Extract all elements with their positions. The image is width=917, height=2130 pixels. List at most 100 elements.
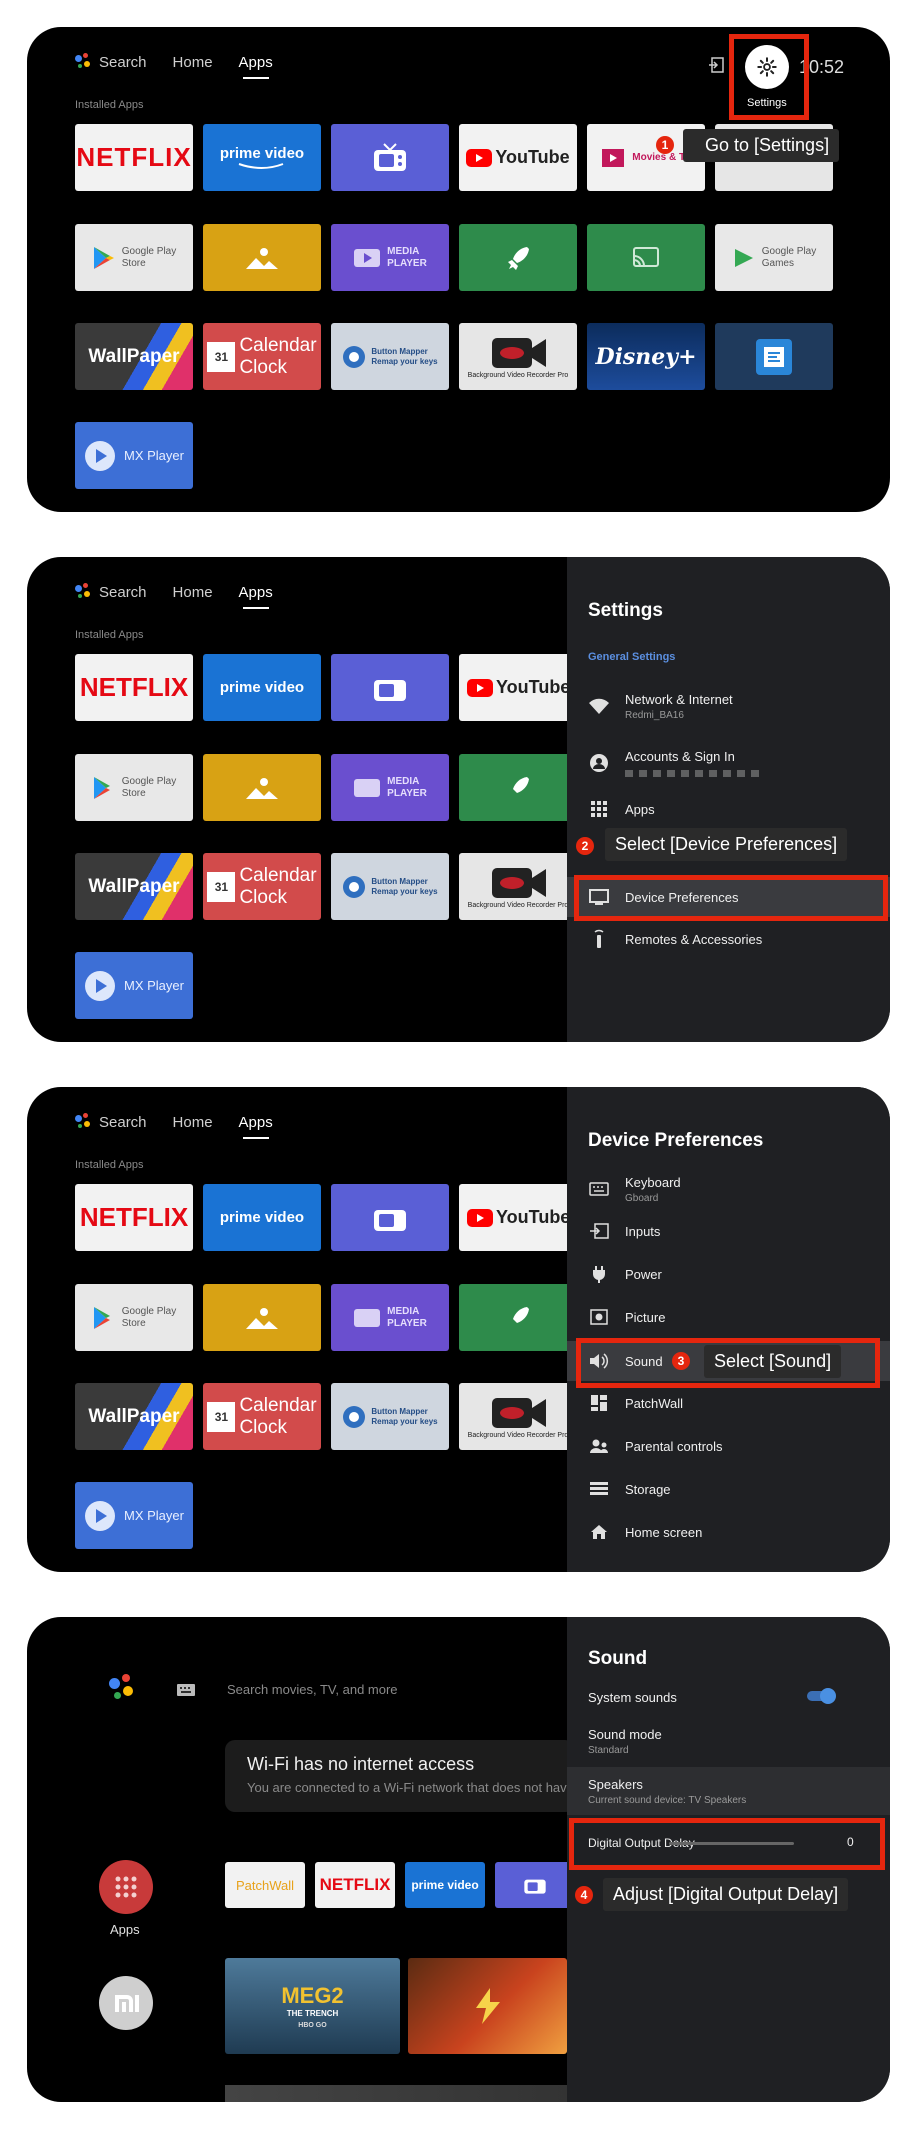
movie-poster-flash[interactable] <box>408 1958 567 2054</box>
step3-callout: Select [Sound] <box>704 1345 842 1378</box>
nav-home[interactable]: Home <box>173 54 213 71</box>
play-store-label-2: Store <box>121 257 146 269</box>
app-gallery[interactable] <box>203 1284 321 1351</box>
google-assistant-icon[interactable] <box>75 1113 93 1131</box>
app-button-mapper[interactable]: Button Mapper Remap your keys <box>331 853 449 920</box>
keyboard-icon[interactable] <box>177 1683 195 1701</box>
app-play-store[interactable]: Google Play Store <box>75 1284 193 1351</box>
app-prime-video[interactable]: prime video <box>203 654 321 721</box>
step1-callout: Go to [Settings] <box>683 129 840 162</box>
settings-item-network[interactable]: Network & Internet Redmi_BA16 <box>567 686 890 726</box>
app-calendar-clock[interactable]: 31 Calendar Clock <box>203 323 321 390</box>
disney-label: Disney+ <box>595 343 697 370</box>
nav-search[interactable]: Search <box>99 584 147 601</box>
app-netflix[interactable]: NETFLIX <box>75 124 193 191</box>
app-netflix[interactable]: NETFLIX <box>75 1184 193 1251</box>
pref-item-storage[interactable]: Storage <box>567 1474 890 1504</box>
pref-item-power[interactable]: Power <box>567 1259 890 1289</box>
google-assistant-icon[interactable] <box>75 53 93 71</box>
device-preferences-panel: Device Preferences Keyboard Gboard Inputs… <box>567 1087 890 1572</box>
pref-item-keyboard[interactable]: Keyboard Gboard <box>567 1171 890 1207</box>
app-live-tv[interactable] <box>331 124 449 191</box>
app-cast[interactable] <box>587 224 705 291</box>
play-games-label-2: Games <box>761 257 794 269</box>
app-mx-player[interactable]: MX Player <box>75 422 193 489</box>
app-bg-video-recorder[interactable]: Background Video Recorder Pro <box>459 1383 577 1450</box>
button-mapper-label-2: Remap your keys <box>371 1416 438 1426</box>
app-gallery[interactable] <box>203 754 321 821</box>
app-button-mapper[interactable]: Button Mapper Remap your keys <box>331 323 449 390</box>
app-rocket[interactable] <box>459 1284 577 1351</box>
app-play-games[interactable]: Google Play Games <box>715 224 833 291</box>
nav-search[interactable]: Search <box>99 1114 147 1131</box>
button-mapper-label-1: Button Mapper <box>371 1406 428 1416</box>
app-media-player[interactable]: MEDIA PLAYER <box>331 754 449 821</box>
wifi-warning-card[interactable]: Wi-Fi has no internet access You are con… <box>225 1740 575 1812</box>
bg-video-label: Background Video Recorder Pro <box>467 1432 569 1439</box>
launcher-patchwall-label: PatchWall <box>235 1877 295 1893</box>
app-prime-video[interactable]: prime video <box>203 124 321 191</box>
google-assistant-icon[interactable] <box>75 583 93 601</box>
app-media-player[interactable]: MEDIA PLAYER <box>331 1284 449 1351</box>
sound-item-speakers[interactable]: Speakers Current sound device: TV Speaker… <box>567 1767 890 1815</box>
mi-button[interactable] <box>99 1976 153 2030</box>
app-youtube[interactable]: YouTube <box>459 1184 577 1251</box>
app-wallpaper[interactable]: WallPaper <box>75 323 193 390</box>
sound-item-sound-mode[interactable]: Sound mode Standard <box>567 1719 890 1763</box>
app-play-store[interactable]: Google Play Store <box>75 754 193 821</box>
settings-item-apps[interactable]: Apps <box>567 792 890 826</box>
launcher-app-patchwall[interactable]: PatchWall <box>225 1862 305 1908</box>
app-netflix[interactable]: NETFLIX <box>75 654 193 721</box>
patchwall-icon <box>587 1391 611 1415</box>
app-rocket[interactable] <box>459 224 577 291</box>
app-wallpaper[interactable]: WallPaper <box>75 1383 193 1450</box>
pref-item-home-screen[interactable]: Home screen <box>567 1517 890 1547</box>
nav-home[interactable]: Home <box>173 584 213 601</box>
app-youtube[interactable]: YouTube <box>459 654 577 721</box>
app-play-store[interactable]: Google Play Store <box>75 224 193 291</box>
app-button-mapper[interactable]: Button Mapper Remap your keys <box>331 1383 449 1450</box>
system-sounds-toggle[interactable] <box>807 1688 836 1704</box>
app-file-explorer[interactable] <box>715 323 833 390</box>
button-mapper-label-2: Remap your keys <box>371 886 438 896</box>
nav-apps[interactable]: Apps <box>239 54 273 79</box>
launcher-app-live-tv[interactable] <box>495 1862 575 1908</box>
home-screen-step1: Search Home Apps Installed Apps 10:52 Se… <box>27 27 890 512</box>
pref-item-picture[interactable]: Picture <box>567 1302 890 1332</box>
launcher-app-netflix[interactable]: NETFLIX <box>315 1862 395 1908</box>
settings-item-remotes[interactable]: Remotes & Accessories <box>567 922 890 956</box>
app-disney-plus[interactable]: Disney+ <box>587 323 705 390</box>
google-assistant-icon[interactable] <box>109 1674 137 1702</box>
movie-poster-meg2[interactable]: MEG2 THE TRENCH HBO GO <box>225 1958 400 2054</box>
app-calendar-clock[interactable]: 31 Calendar Clock <box>203 853 321 920</box>
pref-item-inputs[interactable]: Inputs <box>567 1216 890 1246</box>
step2-callout: Select [Device Preferences] <box>605 828 848 861</box>
app-live-tv[interactable] <box>331 1184 449 1251</box>
app-bg-video-recorder[interactable]: Background Video Recorder Pro <box>459 323 577 390</box>
general-settings-label: General Settings <box>588 651 676 663</box>
app-wallpaper[interactable]: WallPaper <box>75 853 193 920</box>
nav-home[interactable]: Home <box>173 1114 213 1131</box>
input-source-icon[interactable] <box>709 57 725 73</box>
pref-item-patchwall[interactable]: PatchWall <box>567 1388 890 1418</box>
search-input[interactable]: Search movies, TV, and more <box>227 1682 398 1697</box>
nav-apps[interactable]: Apps <box>239 1114 273 1139</box>
app-calendar-clock[interactable]: 31 Calendar Clock <box>203 1383 321 1450</box>
launcher-app-prime[interactable]: prime video <box>405 1862 485 1908</box>
app-media-player[interactable]: MEDIA PLAYER <box>331 224 449 291</box>
nav-apps[interactable]: Apps <box>239 584 273 609</box>
app-prime-video[interactable]: prime video <box>203 1184 321 1251</box>
app-mx-player[interactable]: MX Player <box>75 952 193 1019</box>
app-rocket[interactable] <box>459 754 577 821</box>
nav-search[interactable]: Search <box>99 54 147 71</box>
sound-item-system-sounds[interactable]: System sounds <box>567 1677 890 1717</box>
pref-item-parental[interactable]: Parental controls <box>567 1431 890 1461</box>
app-youtube[interactable]: YouTube <box>459 124 577 191</box>
settings-item-accounts[interactable]: Accounts & Sign In <box>567 743 890 783</box>
app-gallery[interactable] <box>203 224 321 291</box>
wallpaper-label: WallPaper <box>88 1405 180 1427</box>
app-live-tv[interactable] <box>331 654 449 721</box>
app-bg-video-recorder[interactable]: Background Video Recorder Pro <box>459 853 577 920</box>
app-mx-player[interactable]: MX Player <box>75 1482 193 1549</box>
apps-button[interactable] <box>99 1860 153 1914</box>
